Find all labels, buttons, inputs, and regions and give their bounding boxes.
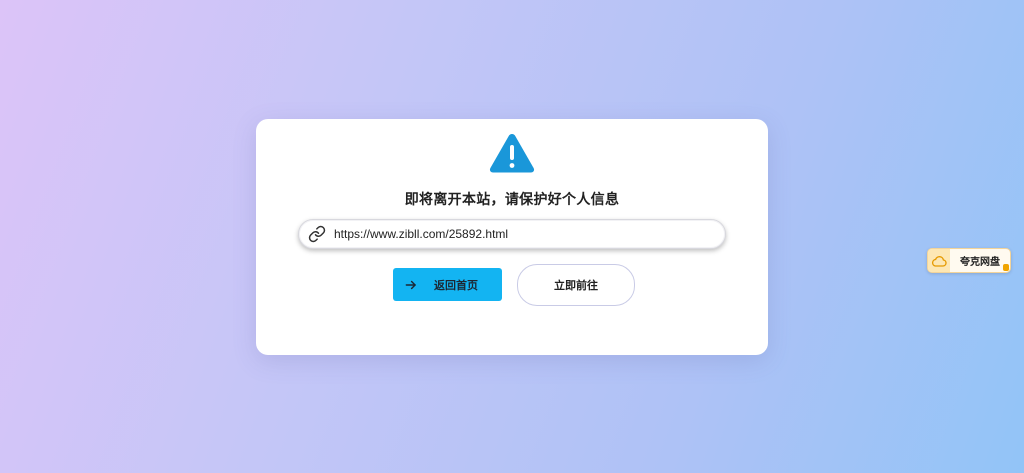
- url-text: https://www.zibll.com/25892.html: [334, 227, 509, 241]
- dialog-title: 即将离开本站，请保护好个人信息: [404, 192, 620, 208]
- warning-triangle-icon: [489, 134, 535, 173]
- cloud-icon-badge: [928, 249, 950, 272]
- link-icon: [308, 225, 326, 243]
- go-now-button[interactable]: 立即前往: [517, 264, 635, 306]
- quark-cloud-widget[interactable]: 夸克网盘: [927, 248, 1011, 273]
- cloud-icon: [931, 255, 947, 267]
- back-home-button[interactable]: 返回首页: [393, 268, 502, 301]
- arrow-right-icon: [405, 280, 416, 289]
- cloud-badge-dot: [1003, 264, 1009, 271]
- url-field[interactable]: https://www.zibll.com/25892.html: [298, 219, 726, 249]
- leave-site-dialog: 即将离开本站，请保护好个人信息 https://www.zibll.com/25…: [256, 119, 768, 355]
- back-home-label: 返回首页: [434, 278, 478, 292]
- cloud-label: 夸克网盘: [960, 257, 1000, 268]
